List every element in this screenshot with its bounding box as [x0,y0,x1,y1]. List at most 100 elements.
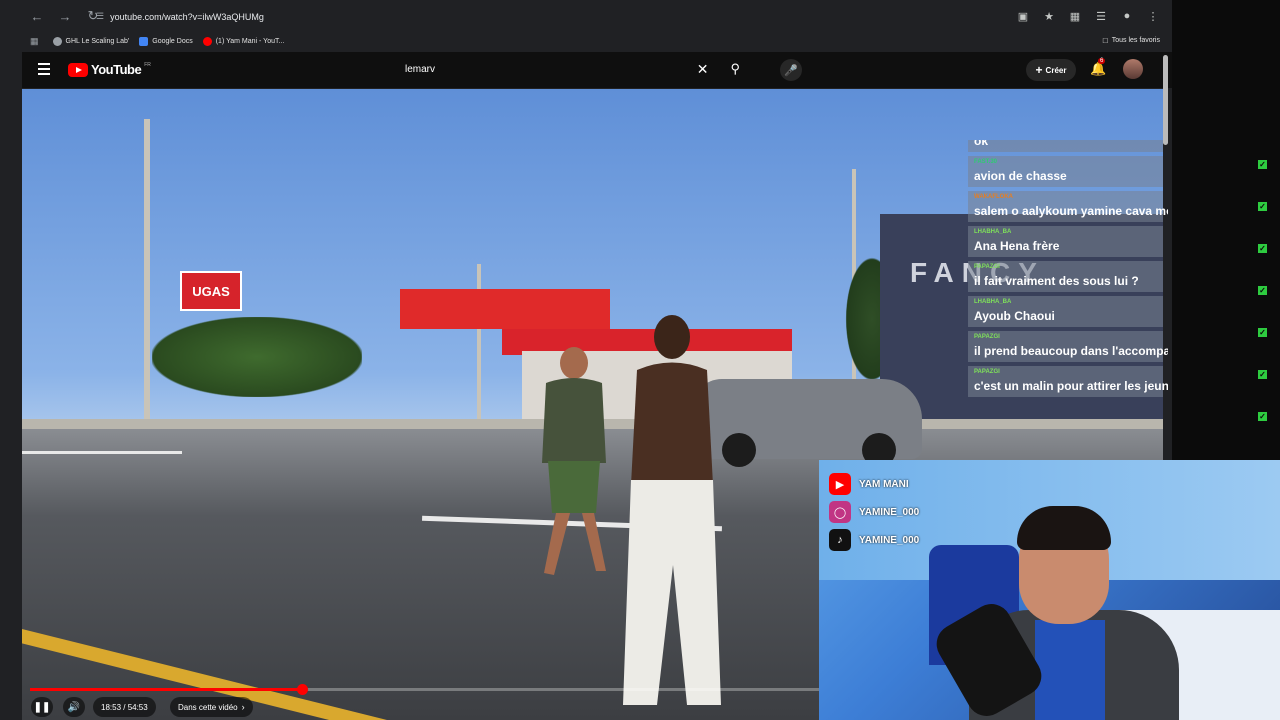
social-youtube: ▶ YAM MANI [829,470,919,498]
all-bookmarks-label: Tous les favoris [1111,37,1160,44]
social-handle: YAMINE_000 [859,506,920,518]
chat-text: Ana Hena frère [974,239,1060,253]
search-box[interactable]: lemarv ✕ ⚲ [395,58,740,80]
chat-user: FAST.30 [974,159,998,165]
bookmark-item[interactable]: Google Docs [139,36,193,46]
notifications-icon[interactable]: 🔔 6 [1090,58,1106,77]
chat-message: ok [968,140,1163,152]
bookmark-label: (1) Yam Mani - YouT... [215,37,285,45]
social-instagram: ◯ YAMINE_000 [829,498,919,526]
youtube-play-icon [68,62,88,77]
bookmark-item[interactable]: GHL Le Scaling Lab' [52,36,130,46]
chat-user: PAPAZGI [974,264,1000,270]
chevron-right-icon: › [241,702,245,712]
youtube-icon: ▶ [829,473,851,495]
notifications-badge: 6 [1098,58,1106,64]
wheel [722,433,756,467]
search-icon[interactable]: ⚲ [730,61,740,77]
back-icon[interactable]: ← [26,5,48,27]
progress-played [30,688,302,691]
apps-icon[interactable]: ▦ [30,36,39,47]
streamer-hair [1017,506,1111,550]
check-icon: ✓ [1258,286,1267,295]
bookmark-item[interactable]: (1) Yam Mani - YouT... [202,36,285,46]
chat-text: c'est un malin pour attirer les jeune sa [974,379,1168,393]
trees [152,317,362,397]
url-text: youtube.com/watch?v=ilwW3aQHUMg [110,11,264,22]
progress-bar[interactable] [30,684,820,695]
chat-text: avion de chasse [974,169,1067,183]
chat-user: PAPAZGI [974,334,1000,340]
voice-search-icon[interactable]: 🎤 [780,59,802,81]
folder-icon: □ [1102,36,1108,45]
profile-icon[interactable]: ● [1116,6,1138,26]
globe-icon [52,36,62,46]
time-display: 18:53 / 54:53 [93,697,156,717]
all-bookmarks[interactable]: □ Tous les favoris [1103,36,1160,45]
create-label: Créer [1045,65,1067,75]
bookmark-label: GHL Le Scaling Lab' [65,37,130,45]
youtube-logo[interactable]: YouTube FR [68,62,151,77]
cast-icon[interactable]: ▣ [1012,6,1034,26]
utility-pole [477,264,481,424]
social-tiktok: ♪ YAMINE_000 [829,526,919,554]
more-icon[interactable]: ⋮ [1142,6,1164,26]
avatar[interactable] [1123,59,1143,79]
instagram-icon: ◯ [829,501,851,523]
browser-tools: ▣ ★ ▦ ☰ ● ⋮ [1012,6,1164,26]
scrubber-handle[interactable] [296,684,308,695]
check-icon: ✓ [1258,412,1267,421]
extensions-icon[interactable]: ▦ [1064,6,1086,26]
pedestrian [542,347,606,575]
chat-user: LHABHA_BA [974,229,1012,235]
chat-text: ok [974,140,989,148]
volume-button[interactable]: 🔊 [63,697,85,717]
pedestrian [623,315,721,705]
chat-user: LHABHA_BA [974,299,1012,305]
create-button[interactable]: + Créer [1026,59,1076,81]
browser-toolbar: ← → ↻ ☰ youtube.com/watch?v=ilwW3aQHUMg … [0,0,1172,32]
forward-icon[interactable]: → [54,5,76,27]
tiktok-icon: ♪ [829,529,851,551]
chat-message: FAST.30 avion de chasse [968,156,1163,187]
check-icon: ✓ [1258,202,1267,211]
check-icon: ✓ [1258,328,1267,337]
logo-region: FR [144,62,151,68]
search-input[interactable]: lemarv [405,64,697,75]
streamer-shirt [1035,620,1105,720]
site-info-icon[interactable]: ☰ [96,11,104,22]
chapter-button[interactable]: Dans cette vidéo › [170,697,253,717]
social-handle: YAM MANI [859,478,909,490]
chat-message: LHABHA_BA Ana Hena frère [968,226,1163,257]
youtube-icon [202,36,212,46]
chat-message: PAPAZGI il prend beaucoup dans l'accompa… [968,331,1168,362]
plus-icon: + [1035,63,1043,77]
pause-icon: ❚❚ [33,701,51,713]
chat-user: PAPAZGI [974,369,1000,375]
chat-user: WAKAFLOKA [974,194,1013,200]
time-text: 18:53 / 54:53 [101,702,148,712]
logo-text: YouTube [91,62,142,77]
check-icon: ✓ [1258,370,1267,379]
clear-search-icon[interactable]: ✕ [697,61,709,78]
chat-text: il prend beaucoup dans l'accompagnement [974,344,1168,358]
chat-checks: ✓ ✓ ✓ ✓ ✓ ✓ ✓ [1258,160,1267,454]
stream-chat-overlay: ok FAST.30 avion de chasse WAKAFLOKA sal… [968,140,1168,462]
chapter-label: Dans cette vidéo [178,702,238,712]
social-handles: ▶ YAM MANI ◯ YAMINE_000 ♪ YAMINE_000 [829,470,919,554]
docs-icon [139,36,149,46]
chat-message: PAPAZGI il fait vraiment des sous lui ? [968,261,1163,292]
youtube-header: YouTube FR lemarv ✕ ⚲ 🎤 + Créer 🔔 6 [22,52,1172,88]
page-scrollbar[interactable] [1163,55,1168,145]
gas-station-canopy [400,289,610,329]
bookmark-star-icon[interactable]: ★ [1038,6,1060,26]
chat-text: salem o aalykoum yamine cava mon frère [974,204,1168,218]
menu-icon[interactable] [38,63,50,75]
check-icon: ✓ [1258,160,1267,169]
volume-icon: 🔊 [67,701,81,713]
check-icon: ✓ [1258,244,1267,253]
media-icon[interactable]: ☰ [1090,6,1112,26]
address-bar[interactable]: ☰ youtube.com/watch?v=ilwW3aQHUMg [96,6,996,27]
chat-message: WAKAFLOKA salem o aalykoum yamine cava m… [968,191,1168,222]
pause-button[interactable]: ❚❚ [31,697,53,717]
